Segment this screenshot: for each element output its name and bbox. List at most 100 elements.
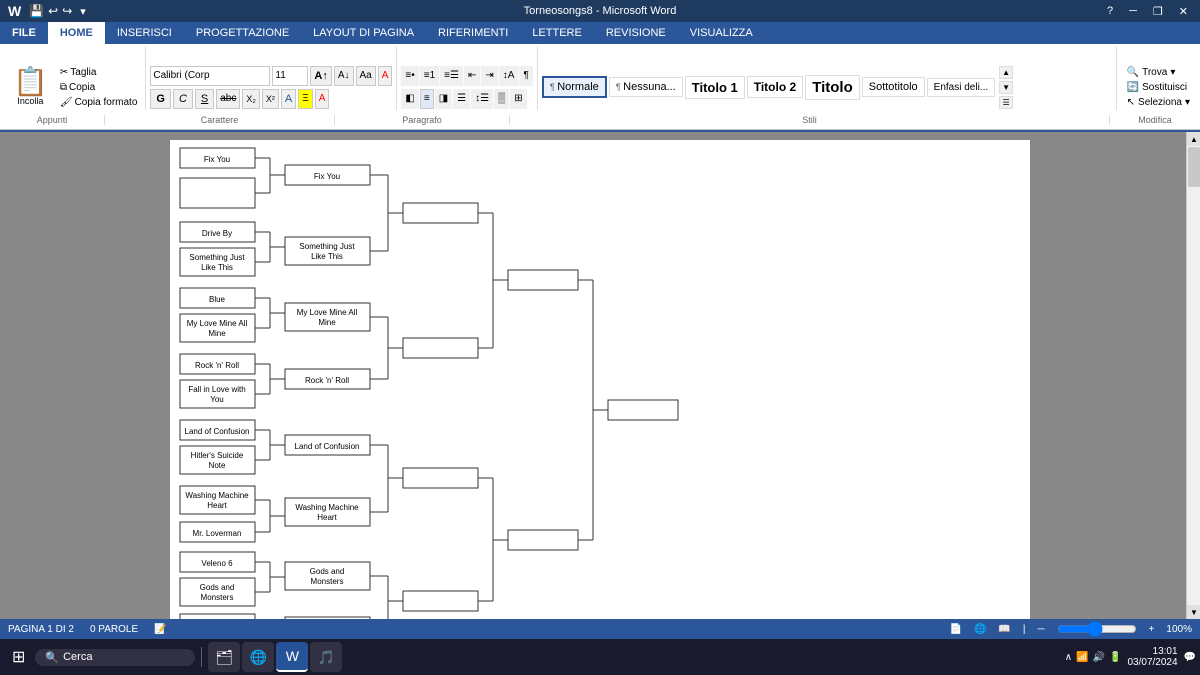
indent-decrease-button[interactable]: ⇤: [464, 66, 480, 86]
font-grow-button[interactable]: A↑: [310, 66, 331, 86]
align-right-button[interactable]: ◨: [435, 89, 452, 109]
tab-visualizza[interactable]: VISUALIZZA: [678, 22, 765, 44]
format-painter-button[interactable]: 🖌 Copia formato: [58, 96, 140, 109]
cut-button[interactable]: ✂ Taglia: [58, 66, 140, 79]
close-btn[interactable]: ✕: [1175, 5, 1192, 18]
restore-btn[interactable]: ❐: [1149, 5, 1167, 18]
scrollbar-down-arrow[interactable]: ▼: [1187, 605, 1200, 619]
ribbon-tabs: FILE HOME INSERISCI PROGETTAZIONE LAYOUT…: [0, 22, 1200, 44]
style-titolo[interactable]: Titolo: [805, 75, 860, 100]
bold-button[interactable]: G: [150, 89, 171, 109]
tab-inserisci[interactable]: INSERISCI: [105, 22, 184, 44]
paste-button[interactable]: 📋 Incolla: [6, 65, 55, 109]
font-size-input[interactable]: [272, 66, 308, 86]
justify-button[interactable]: ☰: [453, 89, 470, 109]
help-icon[interactable]: ?: [1103, 5, 1117, 17]
window-controls: ? ─ ❐ ✕: [1103, 5, 1192, 18]
sort-button[interactable]: ↕A: [499, 66, 519, 86]
svg-text:My Love Mine All: My Love Mine All: [297, 308, 358, 317]
arrow-icon[interactable]: ∧: [1065, 652, 1072, 663]
tab-layout[interactable]: LAYOUT DI PAGINA: [301, 22, 426, 44]
list-bullet-button[interactable]: ≡•: [401, 66, 418, 86]
font-color2-button[interactable]: A: [315, 89, 330, 109]
style-enfasi[interactable]: Enfasi deli...: [927, 78, 995, 97]
indent-increase-button[interactable]: ⇥: [481, 66, 497, 86]
zoom-slider-plus[interactable]: +: [1149, 624, 1155, 635]
font-case-button[interactable]: Aa: [356, 66, 376, 86]
proofing-icon[interactable]: 📝: [154, 624, 166, 635]
scrollbar-up-arrow[interactable]: ▲: [1187, 132, 1200, 146]
styles-down-button[interactable]: ▼: [999, 81, 1013, 94]
highlight-button[interactable]: Ξ: [298, 89, 313, 109]
quick-redo[interactable]: ↪: [62, 4, 72, 18]
taskbar-right: ∧ 📶 🔊 🔋 13:01 03/07/2024 💬: [1065, 646, 1196, 668]
styles-label: Stili: [510, 115, 1110, 125]
taskbar-files-button[interactable]: 🗂: [208, 642, 240, 672]
font-color-button[interactable]: A: [281, 89, 296, 109]
tab-file[interactable]: FILE: [0, 22, 48, 44]
scrollbar-vertical[interactable]: ▲ ▼: [1186, 132, 1200, 619]
svg-text:Fall in Love with: Fall in Love with: [188, 385, 245, 394]
style-normale[interactable]: ¶ Normale: [542, 76, 607, 98]
styles-nav: ▲ ▼ ☰: [999, 66, 1013, 109]
quick-undo[interactable]: ↩: [48, 4, 58, 18]
section-labels-row: Appunti Carattere Paragrafo Stili Modifi…: [0, 110, 1200, 130]
align-left-button[interactable]: ◧: [401, 89, 418, 109]
list-number-button[interactable]: ≡1: [420, 66, 439, 86]
wifi-icon[interactable]: 📶: [1076, 652, 1088, 663]
taskbar-divider: [201, 647, 202, 667]
view-web-icon[interactable]: 🌐: [974, 624, 986, 635]
tab-revisione[interactable]: REVISIONE: [594, 22, 678, 44]
styles-up-button[interactable]: ▲: [999, 66, 1013, 79]
search-bar[interactable]: 🔍 Cerca: [35, 649, 195, 666]
zoom-slider[interactable]: [1057, 621, 1137, 637]
line-spacing-button[interactable]: ↕☰: [471, 89, 493, 109]
tab-home[interactable]: HOME: [48, 22, 105, 44]
view-print-icon[interactable]: 📄: [950, 624, 962, 635]
zoom-slider-minus[interactable]: ─: [1037, 624, 1044, 635]
cut-label: Taglia: [70, 67, 96, 78]
style-sottotitolo[interactable]: Sottotitolo: [862, 77, 925, 97]
font-family-input[interactable]: [150, 66, 270, 86]
time: 13:01: [1153, 646, 1178, 657]
borders-button[interactable]: ⊞: [510, 89, 526, 109]
tab-riferimenti[interactable]: RIFERIMENTI: [426, 22, 520, 44]
start-button[interactable]: ⊞: [4, 642, 33, 672]
replace-icon: 🔄: [1127, 82, 1139, 93]
font-shrink-button[interactable]: A↓: [334, 66, 354, 86]
underline-button[interactable]: S: [195, 89, 214, 109]
minimize-btn[interactable]: ─: [1125, 5, 1141, 17]
style-titolo1[interactable]: Titolo 1: [685, 76, 745, 99]
quick-save[interactable]: 💾: [29, 4, 44, 18]
svg-text:Like This: Like This: [311, 252, 343, 261]
taskbar-chrome-button[interactable]: 🌐: [242, 642, 274, 672]
volume-icon[interactable]: 🔊: [1093, 652, 1105, 663]
notification-icon[interactable]: 💬: [1184, 652, 1196, 663]
align-center-button[interactable]: ≡: [420, 89, 434, 109]
list-multi-button[interactable]: ≡☰: [440, 66, 463, 86]
title-bar-left: W 💾 ↩ ↪ ▾: [8, 3, 86, 19]
shading-button[interactable]: ▒: [494, 89, 509, 109]
select-button[interactable]: ↖ Seleziona ▾: [1123, 96, 1194, 109]
scrollbar-thumb[interactable]: [1188, 147, 1200, 187]
clock[interactable]: 13:01 03/07/2024: [1127, 646, 1177, 668]
subscript-button[interactable]: X₂: [242, 89, 260, 109]
format-painter-label: Copia formato: [75, 97, 138, 108]
strikethrough-button[interactable]: abc: [216, 89, 240, 109]
doc-page[interactable]: Fix You How Far We've Come Drive By Some…: [170, 140, 1030, 619]
italic-button[interactable]: C: [173, 89, 193, 109]
font-clear-button[interactable]: A: [378, 66, 393, 86]
copy-button[interactable]: ⧉ Copia: [58, 81, 140, 94]
find-button[interactable]: 🔍 Trova ▾: [1123, 66, 1194, 79]
pilcrow-button[interactable]: ¶: [519, 66, 532, 86]
style-nessuna[interactable]: ¶ Nessuna...: [609, 77, 683, 97]
tab-lettere[interactable]: LETTERE: [520, 22, 594, 44]
style-titolo2[interactable]: Titolo 2: [747, 76, 803, 98]
taskbar-word-button[interactable]: W: [276, 642, 308, 672]
tab-progettazione[interactable]: PROGETTAZIONE: [184, 22, 301, 44]
styles-more-button[interactable]: ☰: [999, 96, 1013, 109]
view-read-icon[interactable]: 📖: [998, 624, 1010, 635]
replace-button[interactable]: 🔄 Sostituisci: [1123, 81, 1194, 94]
superscript-button[interactable]: X²: [262, 89, 279, 109]
taskbar-spotify-button[interactable]: 🎵: [310, 642, 342, 672]
